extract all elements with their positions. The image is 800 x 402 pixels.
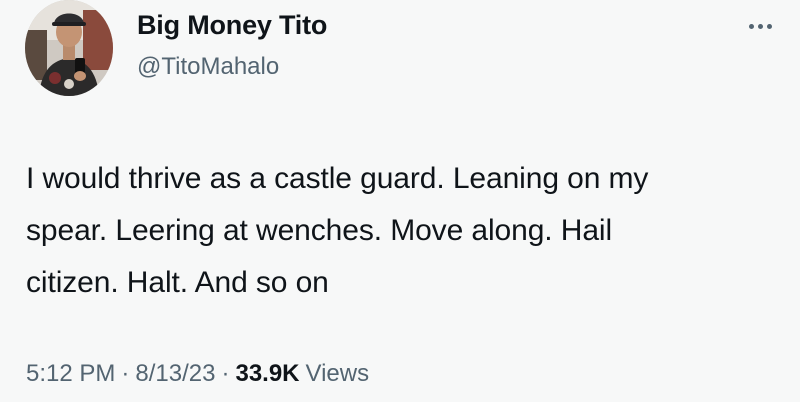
tweet-meta: 5:12 PM · 8/13/23 · 33.9K Views [26, 360, 369, 388]
avatar[interactable] [25, 0, 113, 96]
tweet-card: Big Money Tito @TitoMahalo I would thriv… [0, 0, 800, 402]
views-label: Views [305, 360, 370, 387]
tweet-date[interactable]: 8/13/23 [135, 360, 215, 387]
more-horizontal-icon[interactable] [742, 14, 778, 38]
meta-separator: · [121, 360, 130, 387]
more-dot-2 [757, 23, 763, 29]
profile-photo-icon [25, 0, 113, 96]
tweet-text: I would thrive as a castle guard. Leanin… [26, 153, 796, 309]
author-handle[interactable]: @TitoMahalo [137, 53, 279, 81]
more-dot-1 [748, 23, 754, 29]
tweet-time[interactable]: 5:12 PM [26, 360, 115, 387]
tweet-text-line: I would thrive as a castle guard. Leanin… [26, 162, 649, 195]
author-display-name[interactable]: Big Money Tito [137, 10, 327, 41]
tweet-text-line: citizen. Halt. And so on [26, 266, 329, 299]
tweet-text-line: spear. Leering at wenches. Move along. H… [26, 214, 613, 247]
meta-separator: · [221, 360, 230, 387]
views-count[interactable]: 33.9K [235, 360, 299, 387]
more-dot-3 [766, 23, 772, 29]
